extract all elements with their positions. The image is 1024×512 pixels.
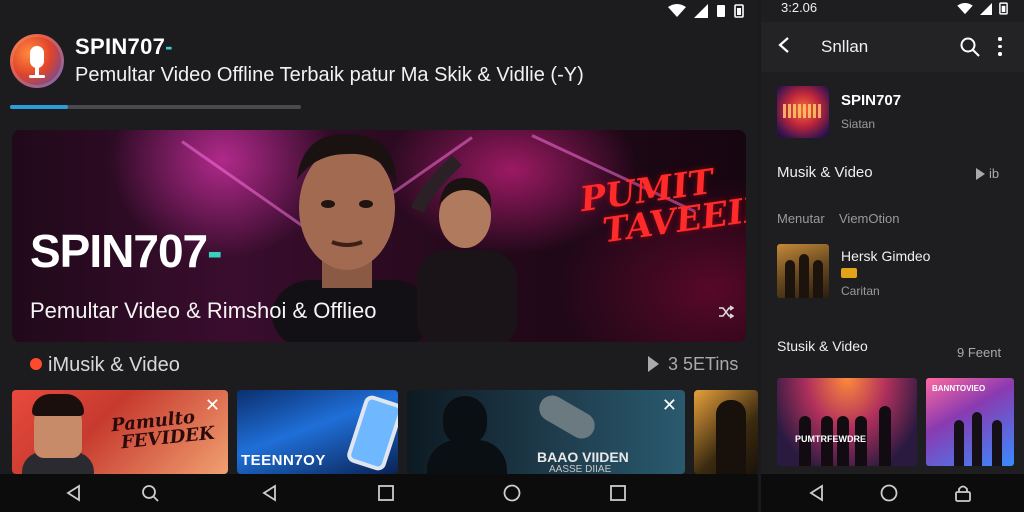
microphone-icon [30,46,44,68]
thumbnail-title: PUMTRFEWDRE [795,434,866,444]
video-thumbnail[interactable] [694,390,758,474]
phone-image [345,393,398,473]
meta-label-right: ViemOtion [839,211,900,226]
video-thumbnail[interactable]: TEENN7OY [237,390,398,474]
close-icon[interactable]: ✕ [662,396,677,414]
app-header: SPIN707- Pemultar Video Offline Terbaik … [10,30,750,94]
side-app-bar: Snllan [761,22,1024,72]
search-icon[interactable] [140,483,160,503]
navigation-bar [0,474,758,512]
meta-label-left: Menutar [777,211,825,226]
close-icon[interactable]: ✕ [205,396,220,414]
back-icon[interactable] [260,483,280,503]
video-thumbnail[interactable]: BANNTOVIEO [926,378,1014,466]
record-dot-icon [30,358,42,370]
section-header-music-video: iMusik & Video 3 5ETins [30,352,740,378]
more-options-icon[interactable] [997,37,1003,57]
battery-icon [734,4,744,18]
hero-subtitle: Pemultar Video & Rimshoi & Offlieo [30,298,377,323]
video-thumbnail[interactable]: Pamulto FEVIDEK ✕ [12,390,228,474]
wifi-icon [957,2,973,14]
app-card-subtitle: Siatan [841,117,876,131]
video-thumbnail[interactable]: BAAO VIIDEN AASSE DIIAE ✕ [407,390,685,474]
list-item-subtitle: Caritan [841,284,880,298]
back-icon[interactable] [807,483,827,503]
search-icon[interactable] [959,36,981,58]
thumbnail-title: TEENN7OY [241,452,326,469]
section-count[interactable]: 3 5ETins [668,354,738,375]
app-tagline: Pemultar Video Offline Terbaik patur Ma … [75,64,584,86]
section-title: iMusik & Video [48,354,180,376]
back-button[interactable] [777,36,791,58]
back-icon[interactable] [64,483,84,503]
hero-guitarist-image [410,155,517,342]
lock-icon[interactable] [953,483,973,503]
hero-poster-text: PUMIT TAVEEIK [577,161,746,252]
play-icon[interactable] [648,356,659,372]
load-progress-bar [10,105,301,109]
sim-icon [717,5,725,17]
hd-badge [841,268,857,278]
shuffle-icon[interactable] [718,303,735,324]
signal-icon [694,4,708,18]
side-screen: 3:2.06 Snllan SPIN707 Siatan Musik & Vid… [761,0,1024,512]
hero-banner[interactable]: SPIN707- Pemultar Video & Rimshoi & Offl… [12,130,746,342]
square-icon[interactable] [608,483,628,503]
load-progress-fill [10,105,69,109]
back-arrow-icon [778,37,789,53]
home-icon[interactable] [879,483,899,503]
square-icon[interactable] [376,483,396,503]
app-card-name[interactable]: SPIN707 [841,92,901,109]
app-logo[interactable] [10,34,64,88]
home-icon[interactable] [502,483,522,503]
thumbnail-subtitle: AASSE DIIAE [549,464,612,474]
section-title-secondary: Stusik & Video [777,338,868,354]
play-icon[interactable] [976,168,985,180]
wifi-icon [668,4,686,17]
side-page-title: Snllan [821,37,869,56]
status-bar [668,2,744,20]
main-screen: SPIN707- Pemultar Video Offline Terbaik … [0,0,758,512]
microphone-image [534,390,600,444]
app-card-icon[interactable] [777,86,829,138]
signal-icon [980,2,992,15]
video-thumbnail[interactable]: PUMTRFEWDRE [777,378,917,466]
hero-title: SPIN707- [30,225,222,277]
status-bar [957,2,1008,15]
status-time: 3:2.06 [781,0,818,15]
thumbnail-title: BANNTOVIEO [932,384,986,393]
navigation-bar [761,474,1024,512]
list-item-title[interactable]: Hersk Gimdeo [841,248,930,264]
thumbnail-title: BAAO VIIDEN [537,449,629,465]
thumbnail-title: Pamulto FEVIDEK [110,407,215,454]
section-more-label[interactable]: 9 Feent [957,345,1001,360]
list-item-thumbnail[interactable] [777,244,829,298]
battery-icon [999,2,1008,15]
app-brand-title: SPIN707- [75,34,173,59]
section-more-label[interactable]: ib [989,166,999,181]
section-title-music-video: Musik & Video [777,164,873,181]
